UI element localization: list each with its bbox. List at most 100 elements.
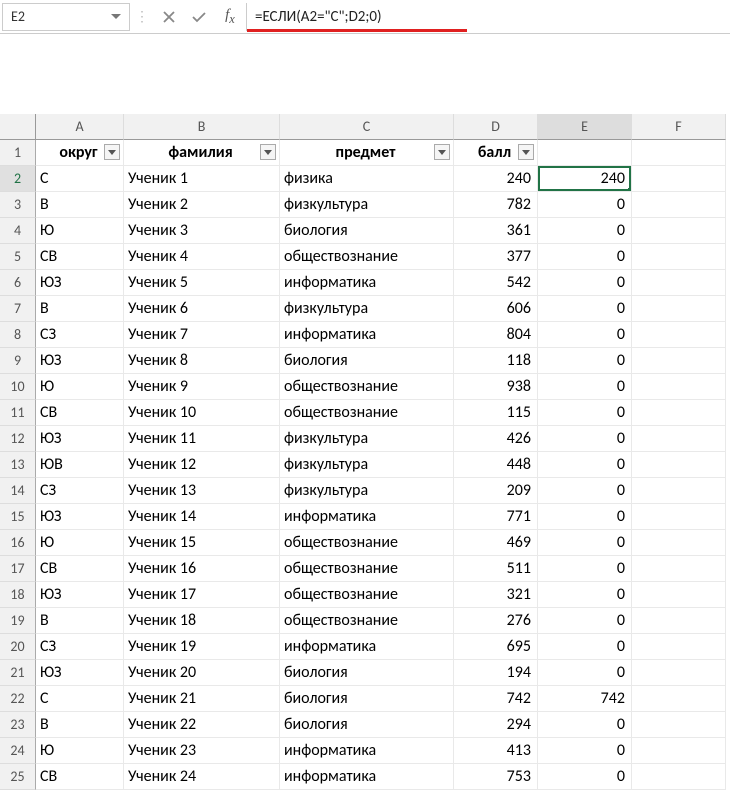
cell[interactable]: обществознание bbox=[280, 582, 454, 608]
col-header-B[interactable]: B bbox=[124, 114, 280, 140]
cell[interactable]: 118 bbox=[454, 348, 538, 374]
cell[interactable]: Ученик 23 bbox=[124, 738, 280, 764]
col-header-F[interactable]: F bbox=[632, 114, 726, 140]
row-header[interactable]: 10 bbox=[0, 374, 36, 400]
row-header[interactable]: 24 bbox=[0, 738, 36, 764]
cell[interactable]: Ученик 4 bbox=[124, 244, 280, 270]
cell[interactable]: 276 bbox=[454, 608, 538, 634]
row-header[interactable]: 6 bbox=[0, 270, 36, 296]
cell[interactable] bbox=[632, 582, 726, 608]
cell[interactable]: 742 bbox=[538, 686, 632, 712]
cell[interactable]: 0 bbox=[538, 530, 632, 556]
cell[interactable] bbox=[632, 374, 726, 400]
cell[interactable]: Ю bbox=[36, 738, 124, 764]
cell[interactable]: ЮЗ bbox=[36, 348, 124, 374]
cell[interactable] bbox=[632, 322, 726, 348]
header-cell-okrug[interactable]: округ bbox=[36, 140, 124, 166]
cell[interactable]: 0 bbox=[538, 452, 632, 478]
cell[interactable]: обществознание bbox=[280, 530, 454, 556]
cell[interactable]: СВ bbox=[36, 400, 124, 426]
cell[interactable]: В bbox=[36, 712, 124, 738]
cell[interactable]: 0 bbox=[538, 712, 632, 738]
cell[interactable]: обществознание bbox=[280, 374, 454, 400]
row-header[interactable]: 22 bbox=[0, 686, 36, 712]
cell[interactable]: 511 bbox=[454, 556, 538, 582]
cell[interactable]: С bbox=[36, 166, 124, 192]
row-header[interactable]: 4 bbox=[0, 218, 36, 244]
cell[interactable]: 0 bbox=[538, 374, 632, 400]
cell[interactable]: 361 bbox=[454, 218, 538, 244]
row-header[interactable]: 17 bbox=[0, 556, 36, 582]
cell[interactable]: В bbox=[36, 608, 124, 634]
cell[interactable]: биология bbox=[280, 686, 454, 712]
cell[interactable] bbox=[632, 530, 726, 556]
cell[interactable] bbox=[632, 296, 726, 322]
cell[interactable]: 0 bbox=[538, 270, 632, 296]
cell[interactable]: информатика bbox=[280, 764, 454, 790]
cell[interactable]: 782 bbox=[454, 192, 538, 218]
cell[interactable]: физкультура bbox=[280, 452, 454, 478]
cell[interactable]: 938 bbox=[454, 374, 538, 400]
cell[interactable]: 413 bbox=[454, 738, 538, 764]
cell[interactable] bbox=[632, 426, 726, 452]
filter-dropdown-icon[interactable] bbox=[434, 144, 450, 160]
cell[interactable] bbox=[632, 556, 726, 582]
insert-function-button[interactable]: fx bbox=[214, 3, 246, 31]
cancel-button[interactable] bbox=[154, 3, 184, 31]
cell[interactable]: 377 bbox=[454, 244, 538, 270]
cell[interactable] bbox=[632, 478, 726, 504]
cell[interactable] bbox=[632, 270, 726, 296]
cell[interactable]: Ученик 5 bbox=[124, 270, 280, 296]
cell[interactable]: 240 bbox=[454, 166, 538, 192]
cell-E1[interactable] bbox=[538, 140, 632, 166]
cell[interactable]: 194 bbox=[454, 660, 538, 686]
cell[interactable] bbox=[632, 660, 726, 686]
formula-input[interactable]: =ЕСЛИ(A2="С";D2;0) bbox=[246, 3, 730, 31]
cell[interactable]: Ученик 9 bbox=[124, 374, 280, 400]
cell[interactable]: обществознание bbox=[280, 556, 454, 582]
cell[interactable]: Ученик 6 bbox=[124, 296, 280, 322]
cell[interactable]: 542 bbox=[454, 270, 538, 296]
cell[interactable]: Ученик 20 bbox=[124, 660, 280, 686]
cell[interactable]: обществознание bbox=[280, 608, 454, 634]
cell[interactable]: 0 bbox=[538, 322, 632, 348]
cell[interactable]: Ученик 3 bbox=[124, 218, 280, 244]
cell[interactable]: Ученик 16 bbox=[124, 556, 280, 582]
cell[interactable] bbox=[632, 608, 726, 634]
filter-dropdown-icon[interactable] bbox=[518, 144, 534, 160]
cell[interactable] bbox=[632, 192, 726, 218]
cell[interactable]: 321 bbox=[454, 582, 538, 608]
cell[interactable]: 426 bbox=[454, 426, 538, 452]
cell[interactable]: физкультура bbox=[280, 296, 454, 322]
select-all-corner[interactable] bbox=[0, 114, 36, 140]
filter-dropdown-icon[interactable] bbox=[104, 144, 120, 160]
cell[interactable]: Ученик 7 bbox=[124, 322, 280, 348]
row-header[interactable]: 12 bbox=[0, 426, 36, 452]
cell[interactable]: Ученик 22 bbox=[124, 712, 280, 738]
cell[interactable]: СЗ bbox=[36, 322, 124, 348]
cell-F1[interactable] bbox=[632, 140, 726, 166]
cell[interactable]: 0 bbox=[538, 400, 632, 426]
cell[interactable]: Ученик 21 bbox=[124, 686, 280, 712]
cell[interactable]: С bbox=[36, 686, 124, 712]
cell[interactable]: физкультура bbox=[280, 192, 454, 218]
row-header[interactable]: 18 bbox=[0, 582, 36, 608]
cell[interactable]: ЮЗ bbox=[36, 660, 124, 686]
cell[interactable]: 0 bbox=[538, 426, 632, 452]
cell[interactable]: 240 bbox=[538, 166, 632, 192]
col-header-C[interactable]: C bbox=[280, 114, 454, 140]
cell[interactable]: 753 bbox=[454, 764, 538, 790]
cell[interactable] bbox=[632, 166, 726, 192]
cell[interactable]: 0 bbox=[538, 348, 632, 374]
cell[interactable]: 0 bbox=[538, 478, 632, 504]
cell[interactable]: Ученик 18 bbox=[124, 608, 280, 634]
cell[interactable]: информатика bbox=[280, 738, 454, 764]
col-header-E[interactable]: E bbox=[538, 114, 632, 140]
cell[interactable]: Ученик 15 bbox=[124, 530, 280, 556]
cell[interactable]: биология bbox=[280, 218, 454, 244]
cell[interactable]: 294 bbox=[454, 712, 538, 738]
cell[interactable]: биология bbox=[280, 660, 454, 686]
cell[interactable]: 0 bbox=[538, 504, 632, 530]
row-header[interactable]: 11 bbox=[0, 400, 36, 426]
row-header[interactable]: 16 bbox=[0, 530, 36, 556]
